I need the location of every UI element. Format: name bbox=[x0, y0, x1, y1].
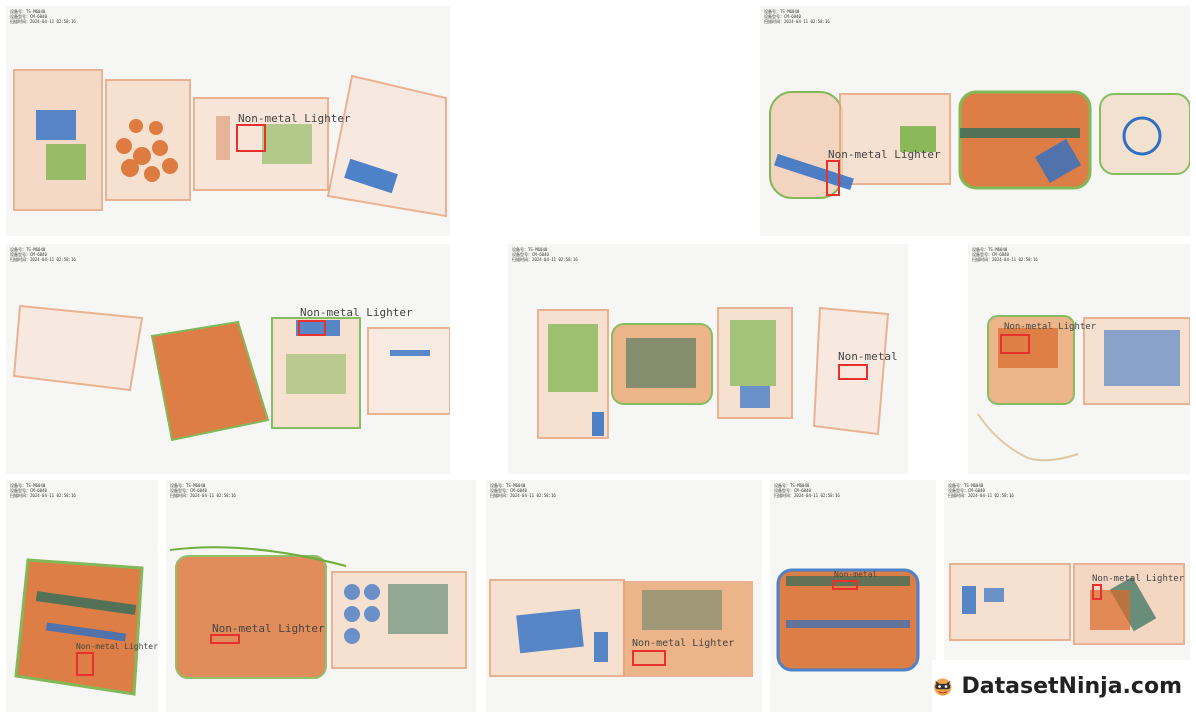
xray-scan-3 bbox=[12, 304, 450, 442]
scan-metadata: 设备号：TS-M6040 设备型号：CM-6040 扫描时间：2024-04-1… bbox=[10, 9, 76, 24]
detection-box bbox=[210, 634, 240, 644]
xray-tile-9: 设备号：TS-M6040 设备型号：CM-6040 扫描时间：2024-04-1… bbox=[770, 480, 936, 712]
detection-box bbox=[838, 364, 868, 380]
scan-metadata: 设备号：TS-M6040 设备型号：CM-6040 扫描时间：2024-04-1… bbox=[948, 483, 1014, 498]
detection-label: Non-metal Lighter bbox=[1004, 322, 1097, 332]
xray-scan-7 bbox=[169, 546, 467, 679]
scan-metadata: 设备号：TS-M6040 设备型号：CM-6040 扫描时间：2024-04-1… bbox=[774, 483, 840, 498]
detection-box bbox=[1092, 584, 1102, 600]
detection-label: Non-metal Lighter bbox=[76, 642, 158, 651]
xray-scan-5 bbox=[977, 315, 1190, 462]
ninja-icon bbox=[934, 678, 952, 696]
detection-label: Non-metal Lighter bbox=[828, 148, 941, 161]
detection-box bbox=[832, 580, 858, 590]
detection-box bbox=[298, 320, 326, 336]
detection-box bbox=[76, 652, 94, 676]
xray-tile-10: 设备号：TS-M6040 设备型号：CM-6040 扫描时间：2024-04-1… bbox=[944, 480, 1190, 660]
xray-tile-3: 设备号：TS-M6040 设备型号：CM-6040 扫描时间：2024-04-1… bbox=[6, 244, 450, 474]
detection-label: Non-metal bbox=[838, 350, 898, 363]
detection-box bbox=[826, 160, 840, 196]
scan-metadata: 设备号：TS-M6040 设备型号：CM-6040 扫描时间：2024-04-1… bbox=[10, 247, 76, 262]
scan-metadata: 设备号：TS-M6040 设备型号：CM-6040 扫描时间：2024-04-1… bbox=[764, 9, 830, 24]
scan-metadata: 设备号：TS-M6040 设备型号：CM-6040 扫描时间：2024-04-1… bbox=[170, 483, 236, 498]
xray-scan-9 bbox=[776, 568, 920, 672]
xray-scan-2 bbox=[769, 90, 1190, 199]
detection-label: Non-metal bbox=[834, 570, 878, 579]
detection-label: Non-metal Lighter bbox=[1092, 574, 1185, 584]
xray-tile-4: 设备号：TS-M6040 设备型号：CM-6040 扫描时间：2024-04-1… bbox=[508, 244, 908, 474]
detection-label: Non-metal Lighter bbox=[300, 306, 413, 319]
xray-tile-1: 设备号：TS-M6040 设备型号：CM-6040 扫描时间：2024-04-1… bbox=[6, 6, 450, 236]
xray-tile-2: 设备号：TS-M6040 设备型号：CM-6040 扫描时间：2024-04-1… bbox=[760, 6, 1190, 236]
detection-label: Non-metal Lighter bbox=[632, 638, 735, 649]
xray-tile-8: 设备号：TS-M6040 设备型号：CM-6040 扫描时间：2024-04-1… bbox=[486, 480, 762, 712]
xray-tile-6: 设备号：TS-M6040 设备型号：CM-6040 扫描时间：2024-04-1… bbox=[6, 480, 158, 712]
detection-box bbox=[236, 124, 266, 152]
scan-metadata: 设备号：TS-M6040 设备型号：CM-6040 扫描时间：2024-04-1… bbox=[490, 483, 556, 498]
scan-metadata: 设备号：TS-M6040 设备型号：CM-6040 扫描时间：2024-04-1… bbox=[512, 247, 578, 262]
brand-logo: DatasetNinja.com bbox=[932, 660, 1182, 712]
xray-tile-7: 设备号：TS-M6040 设备型号：CM-6040 扫描时间：2024-04-1… bbox=[166, 480, 476, 712]
detection-box bbox=[1000, 334, 1030, 354]
xray-tile-5: 设备号：TS-M6040 设备型号：CM-6040 扫描时间：2024-04-1… bbox=[968, 244, 1190, 474]
xray-scan-8 bbox=[489, 579, 753, 677]
xray-scan-1 bbox=[13, 69, 447, 218]
scan-metadata: 设备号：TS-M6040 设备型号：CM-6040 扫描时间：2024-04-1… bbox=[972, 247, 1038, 262]
brand-name: DatasetNinja.com bbox=[961, 673, 1182, 699]
scan-metadata: 设备号：TS-M6040 设备型号：CM-6040 扫描时间：2024-04-1… bbox=[10, 483, 76, 498]
xray-scan-6 bbox=[14, 558, 144, 696]
xray-scan-10 bbox=[949, 563, 1185, 645]
detection-box bbox=[632, 650, 666, 666]
